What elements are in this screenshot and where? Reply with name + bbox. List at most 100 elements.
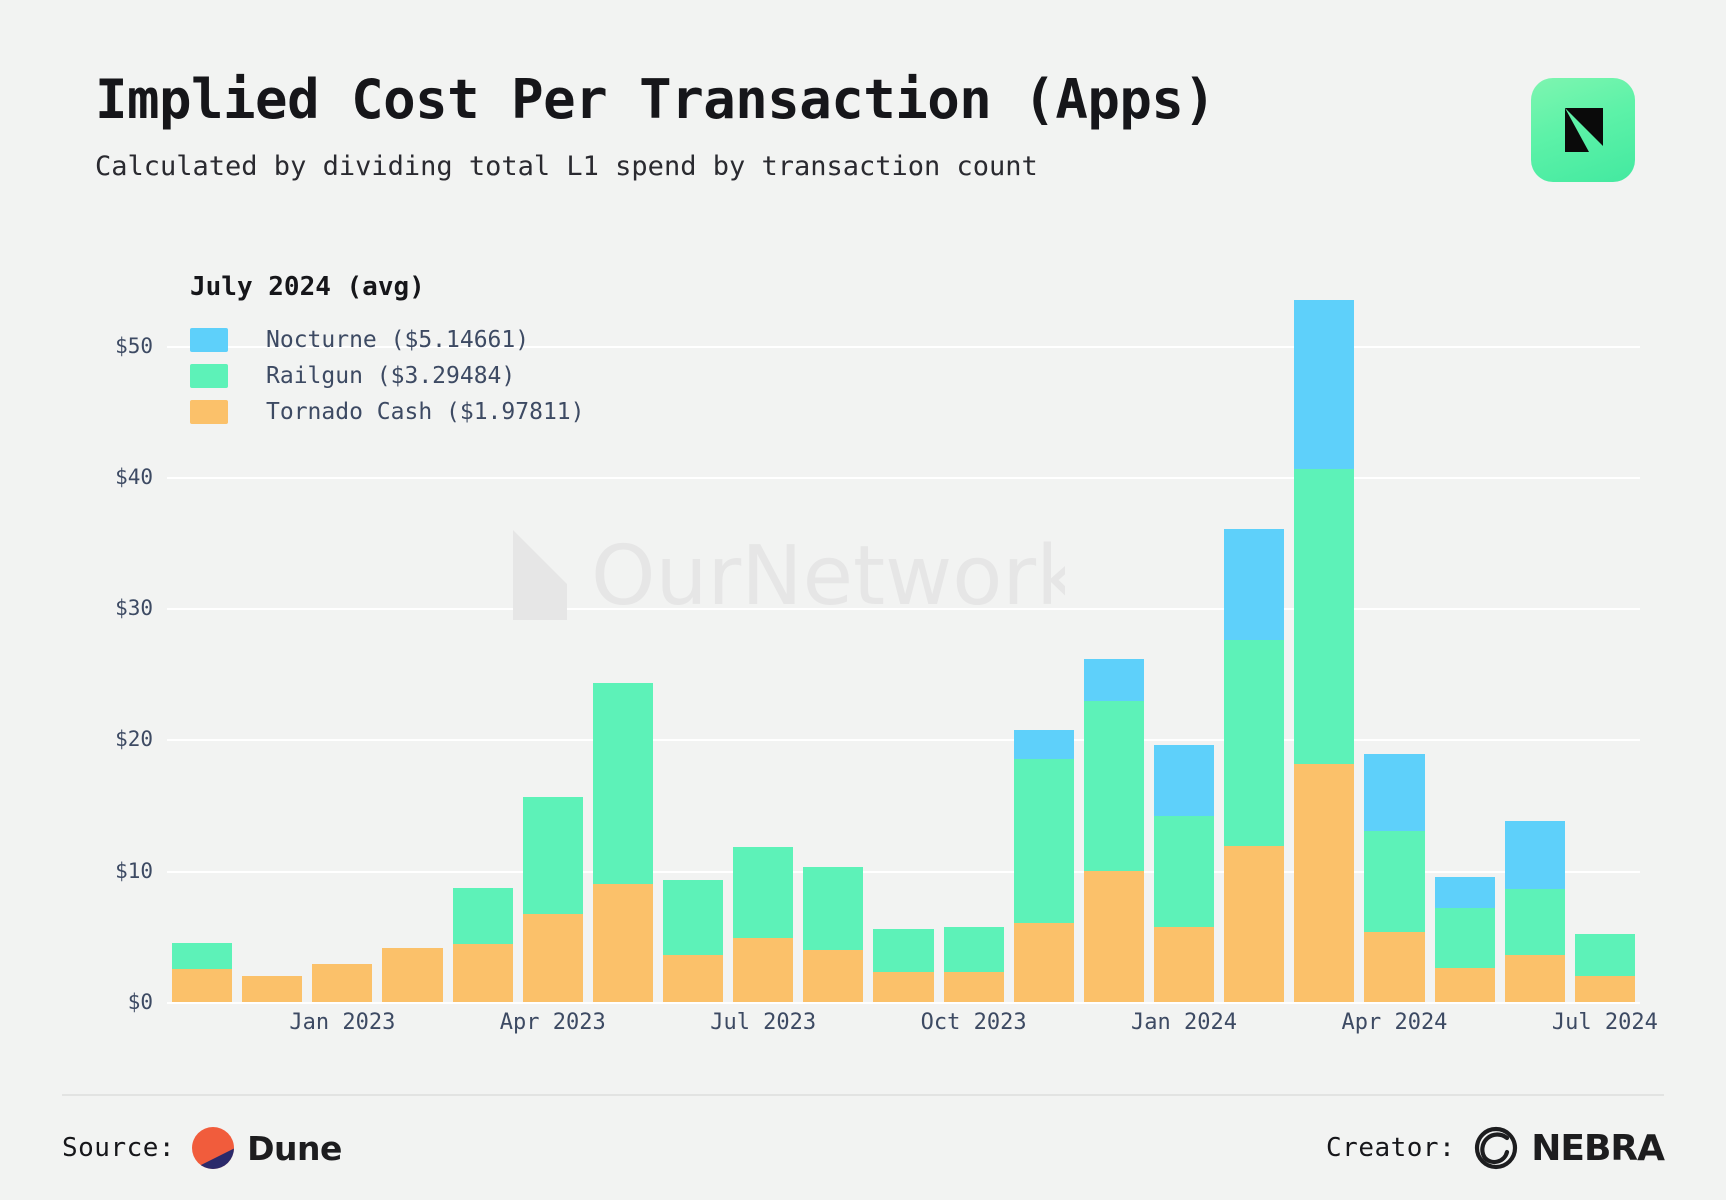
bar-slot[interactable]: [1359, 280, 1429, 1002]
bar-segment: [733, 847, 794, 938]
bar-segment: [873, 971, 934, 1002]
bar-segment: [1083, 870, 1144, 1002]
page-subtitle: Calculated by dividing total L1 spend by…: [95, 150, 1038, 182]
x-axis-slot: Apr 2023: [500, 1010, 606, 1050]
y-axis-tick-label: $0: [127, 990, 153, 1014]
bar-segment: [803, 866, 864, 950]
dune-logo-icon: [191, 1126, 235, 1170]
bar-slot[interactable]: [1570, 280, 1640, 1002]
bar-segment: [452, 887, 513, 945]
x-axis-slot: Jul 2024: [1552, 1010, 1658, 1050]
bar-segment: [1224, 639, 1285, 846]
bar-slot[interactable]: [658, 280, 728, 1002]
bar-slot[interactable]: [1009, 280, 1079, 1002]
bar-segment: [592, 683, 653, 884]
bar-segment: [1083, 701, 1144, 871]
bar-slot[interactable]: [1289, 280, 1359, 1002]
y-axis-tick-label: $30: [115, 596, 153, 621]
legend-title: July 2024 (avg): [190, 272, 425, 302]
x-axis-tick-label: Jul 2024: [1551, 1010, 1658, 1035]
bar-segment: [733, 937, 794, 1002]
bar-slot[interactable]: [728, 280, 798, 1002]
bar-segment: [873, 928, 934, 972]
bar-segment: [1504, 820, 1565, 890]
x-axis-slot: [377, 1010, 447, 1050]
bar-segment: [1224, 529, 1285, 640]
legend-swatch-railgun: [190, 364, 228, 388]
y-axis-tick-label: $10: [115, 858, 153, 883]
bar-segment: [1434, 907, 1495, 968]
bar-slot[interactable]: [868, 280, 938, 1002]
bar-segment: [662, 954, 724, 1002]
legend-label-railgun: Railgun ($3.29484): [266, 363, 516, 389]
x-axis-slot: Jan 2023: [289, 1010, 395, 1050]
bar-segment: [1153, 927, 1215, 1002]
bar-segment: [1364, 831, 1425, 933]
x-axis-slot: [167, 1010, 237, 1050]
source-name: Dune: [247, 1128, 342, 1168]
x-axis-labels: Jan 2023 Apr 2023 Jul 2023 Oct 2023 Jan 2024…: [167, 1010, 1658, 1050]
x-axis-slot: Oct 2023: [921, 1010, 1027, 1050]
legend-item-tornado-cash[interactable]: Tornado Cash ($1.97811): [190, 394, 585, 430]
bar-segment: [382, 948, 443, 1002]
bar-segment: [522, 914, 583, 1002]
x-axis-slot: Jan 2024: [1131, 1010, 1237, 1050]
source-group: Source: Dune: [62, 1126, 342, 1170]
bar-segment: [1434, 877, 1495, 908]
bar-segment: [1013, 730, 1074, 760]
bar-slot[interactable]: [1149, 280, 1219, 1002]
bar-segment: [1013, 923, 1074, 1002]
creator-name: NEBRA: [1531, 1127, 1665, 1169]
bar-slot[interactable]: [1079, 280, 1149, 1002]
bar-slot[interactable]: [588, 280, 658, 1002]
bar-slot[interactable]: [1430, 280, 1500, 1002]
bar-segment: [1083, 659, 1144, 702]
bar-segment: [172, 969, 233, 1002]
creator-group: Creator: NEBRA: [1326, 1125, 1665, 1171]
bar-segment: [1364, 753, 1425, 832]
x-axis-slot: [798, 1010, 868, 1050]
bar-slot[interactable]: [1219, 280, 1289, 1002]
gridline: $0: [128, 990, 1640, 1014]
bar-segment: [1574, 975, 1635, 1002]
bar-segment: [1504, 889, 1565, 955]
legend-item-railgun[interactable]: Railgun ($3.29484): [190, 358, 585, 394]
bar-segment: [522, 797, 583, 915]
bar-segment: [943, 927, 1004, 972]
legend-item-nocturne[interactable]: Nocturne ($5.14661): [190, 322, 585, 358]
x-axis-slot: [1430, 1010, 1500, 1050]
bar-segment: [1153, 744, 1215, 816]
bar-segment: [1574, 933, 1635, 976]
bar-segment: [1294, 469, 1355, 765]
bar-segment: [312, 963, 373, 1002]
bar-segment: [1224, 845, 1285, 1002]
legend-swatch-tornado-cash: [190, 400, 228, 424]
footer: Source: Dune Creator: NEBRA: [62, 1118, 1665, 1178]
bar-segment: [592, 883, 653, 1002]
bar-segment: [662, 879, 724, 955]
legend-label-nocturne: Nocturne ($5.14661): [266, 327, 530, 353]
y-axis-tick-label: $40: [115, 464, 153, 489]
chart-legend: July 2024 (avg) Nocturne ($5.14661) Rail…: [190, 272, 585, 430]
page-title: Implied Cost Per Transaction (Apps): [95, 68, 1216, 131]
y-axis-tick-label: $50: [115, 333, 153, 358]
x-axis-slot: Jul 2023: [710, 1010, 816, 1050]
bar-segment: [803, 949, 864, 1002]
nebra-logo-icon: [1531, 78, 1635, 182]
bar-segment: [452, 944, 513, 1002]
header: Implied Cost Per Transaction (Apps) Calc…: [95, 68, 1635, 202]
bar-segment: [1294, 764, 1355, 1002]
source-label: Source:: [62, 1133, 176, 1163]
footer-divider: [62, 1094, 1664, 1096]
bar-slot[interactable]: [1500, 280, 1570, 1002]
x-axis-slot: Apr 2024: [1341, 1010, 1447, 1050]
chart-page: Implied Cost Per Transaction (Apps) Calc…: [0, 0, 1726, 1200]
bar-slot[interactable]: [798, 280, 868, 1002]
bar-segment: [172, 942, 233, 970]
bar-segment: [1364, 932, 1425, 1002]
bar-segment: [1434, 967, 1495, 1002]
legend-swatch-nocturne: [190, 328, 228, 352]
bar-slot[interactable]: [939, 280, 1009, 1002]
bar-segment: [1153, 815, 1215, 928]
y-axis-tick-label: $20: [115, 727, 153, 752]
